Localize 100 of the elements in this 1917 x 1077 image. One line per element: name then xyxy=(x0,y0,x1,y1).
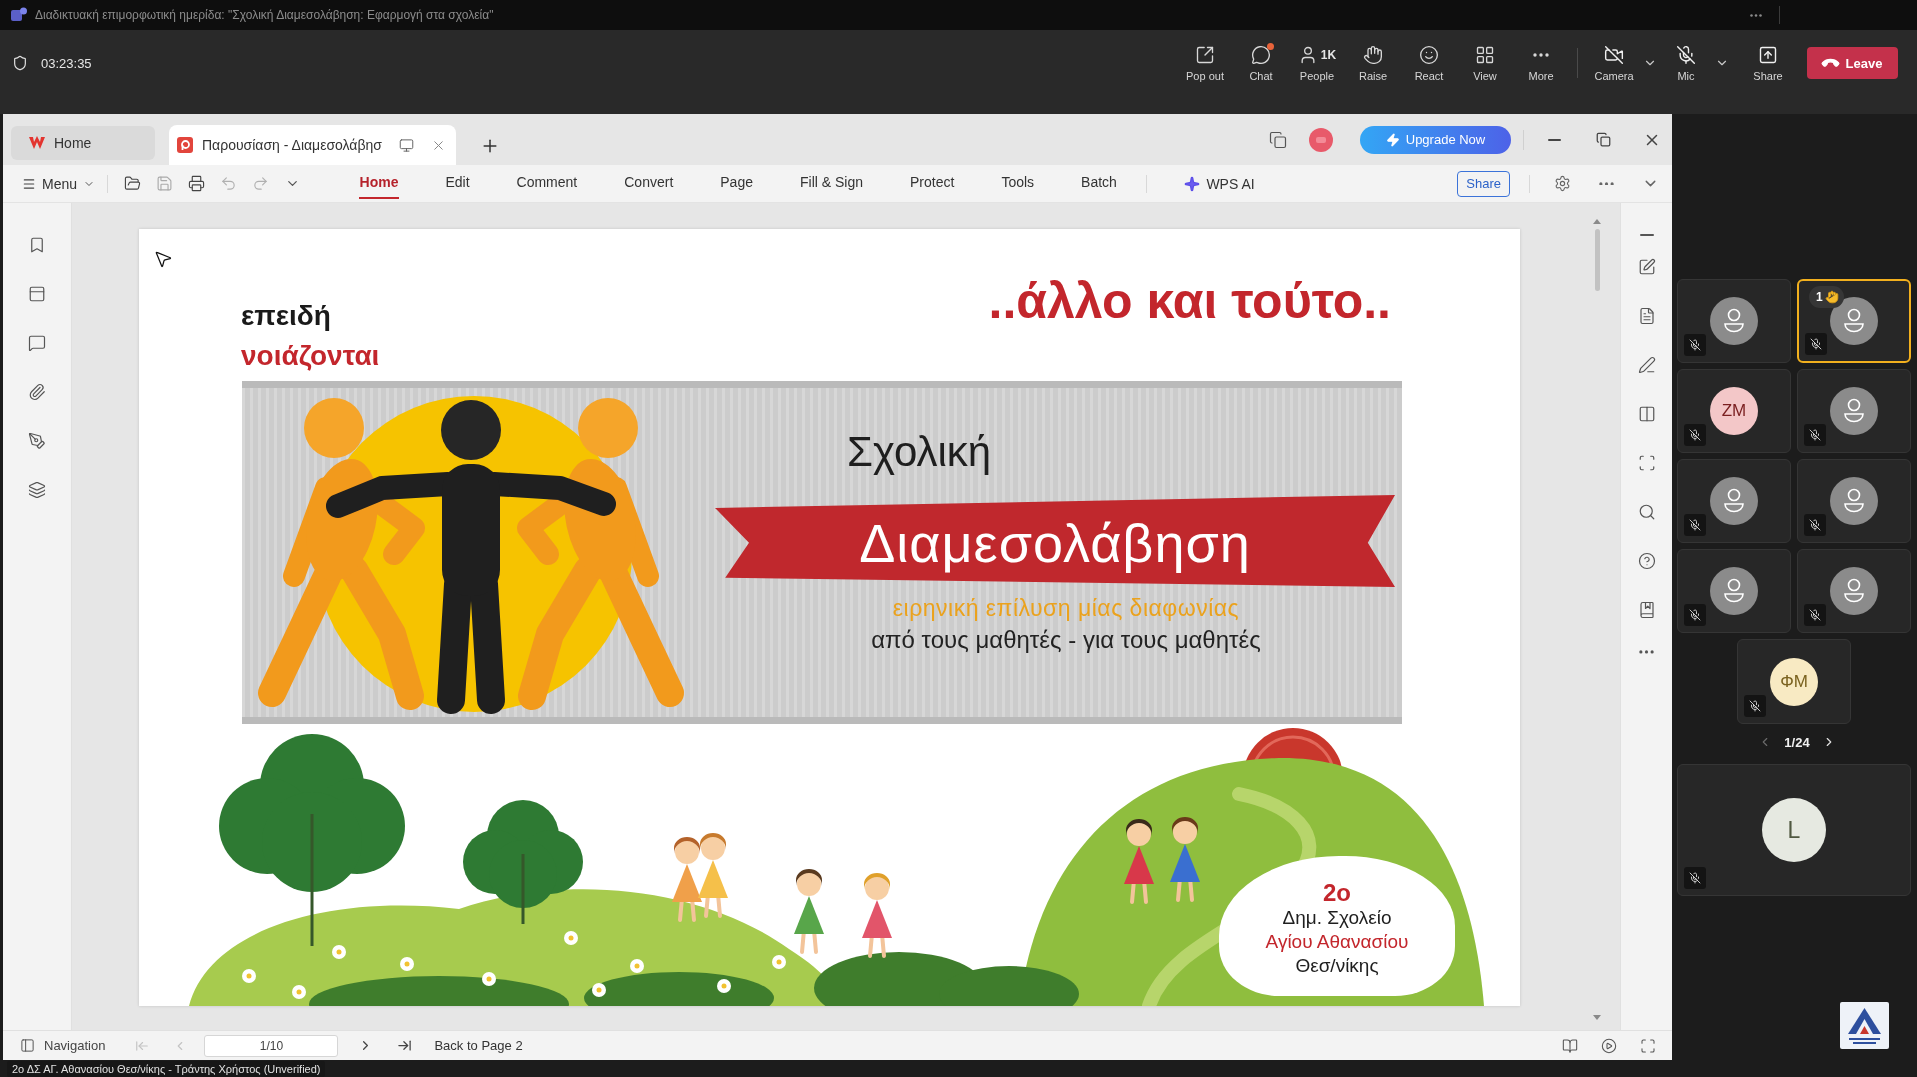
scroll-down-icon[interactable] xyxy=(1593,1015,1601,1020)
monitor-icon[interactable] xyxy=(399,137,414,153)
play-icon[interactable] xyxy=(1601,1037,1617,1054)
comment-icon[interactable] xyxy=(28,334,46,352)
speaker-caption: 2ο ΔΣ ΑΓ. Αθανασίου Θεσ/νίκης - Τράντης Χρήστος (Unverified) xyxy=(7,1061,326,1077)
school-name-line: Θεσ/νίκης xyxy=(1295,954,1379,978)
chat-button[interactable]: Chat xyxy=(1233,35,1289,91)
camera-button[interactable]: Camera xyxy=(1586,35,1642,91)
banner-tagline: από τους μαθητές - για τους μαθητές xyxy=(870,626,1261,654)
ribbon-tab[interactable]: Batch xyxy=(1057,164,1141,203)
raise-hand-button[interactable]: Raise xyxy=(1345,35,1401,91)
scrollbar-thumb[interactable] xyxy=(1594,229,1600,291)
page-indicator: 1/24 xyxy=(1784,734,1810,750)
columns-icon[interactable] xyxy=(1637,405,1656,423)
avatar-initials: L xyxy=(1762,798,1826,862)
upgrade-button[interactable]: Upgrade Now xyxy=(1360,125,1511,154)
slide-heading: ..άλλο και τούτο.. xyxy=(988,273,1391,329)
scroll-up-icon[interactable] xyxy=(1593,219,1601,224)
bookmark-icon[interactable] xyxy=(28,236,46,254)
people-button[interactable]: 1K People xyxy=(1289,35,1345,91)
paperclip-icon[interactable] xyxy=(28,383,46,401)
school-logo-icon xyxy=(1840,1002,1889,1049)
ribbon-tab[interactable]: Comment xyxy=(493,164,601,203)
app-logo-icon xyxy=(29,136,45,150)
back-to-page-link[interactable]: Back to Page 2 xyxy=(434,1038,523,1053)
share-icon xyxy=(1758,44,1778,65)
menu-button[interactable]: Menu xyxy=(22,168,96,199)
avatar-icon xyxy=(1830,567,1878,615)
ribbon-tab[interactable]: Page xyxy=(696,164,777,203)
avatar-icon xyxy=(1830,477,1878,525)
print-icon[interactable] xyxy=(187,175,205,192)
edit-icon[interactable] xyxy=(1637,258,1656,276)
app-logo-icon xyxy=(11,7,27,23)
title-ribbon: Διαμεσολάβηση xyxy=(715,495,1395,587)
settings-icon[interactable] xyxy=(1553,175,1571,192)
copy-icon[interactable] xyxy=(1269,130,1287,149)
reading-mode-icon[interactable] xyxy=(1562,1037,1578,1054)
ribbon-tab[interactable]: Edit xyxy=(421,164,494,203)
meeting-timer: 03:23:35 xyxy=(41,55,92,71)
restore-icon xyxy=(1595,132,1611,147)
meeting-title: Διαδικτυακή επιμορφωτική ημερίδα: "Σχολική Διαμεσολάβηση: Εφαρμογή στα σχολεία" xyxy=(35,8,494,22)
leave-button[interactable]: Leave xyxy=(1807,47,1898,79)
avatar-icon xyxy=(1830,387,1878,435)
panel-icon xyxy=(20,1038,35,1053)
school-name-line: Αγίου Αθανασίου xyxy=(1265,930,1409,954)
minimize-icon xyxy=(1547,138,1561,141)
avatar-icon xyxy=(1710,297,1758,345)
navigation-button[interactable]: Navigation xyxy=(20,1038,106,1053)
avatar-icon xyxy=(1830,297,1878,345)
more-icon[interactable] xyxy=(1598,181,1614,186)
shield-icon xyxy=(12,55,28,71)
avatar-initials: ΦΜ xyxy=(1770,657,1818,706)
avatar-icon xyxy=(1710,567,1758,615)
page-number-field[interactable]: 1/10 xyxy=(204,1034,339,1057)
slide-text: επειδή xyxy=(241,299,332,333)
scan-icon[interactable] xyxy=(1637,454,1656,472)
help-icon[interactable] xyxy=(1637,552,1656,570)
folder-icon[interactable] xyxy=(123,175,141,192)
more-icon[interactable] xyxy=(1750,13,1762,17)
book-icon[interactable] xyxy=(1637,601,1656,619)
pen-icon[interactable] xyxy=(1637,356,1656,374)
pop-out-button[interactable]: Pop out xyxy=(1177,35,1233,91)
lightning-icon xyxy=(1385,132,1400,147)
search-icon[interactable] xyxy=(1637,503,1656,521)
chat-icon xyxy=(1251,44,1271,65)
more-icon[interactable] xyxy=(1639,650,1654,654)
raised-hand-count: 1 xyxy=(1816,290,1823,304)
last-page-icon[interactable] xyxy=(397,1038,413,1053)
grid-icon xyxy=(1475,44,1495,65)
slide-text: νοιάζονται xyxy=(241,339,380,373)
ai-assistant-button[interactable]: WPS AI xyxy=(1174,168,1265,199)
ribbon-tab[interactable]: Home xyxy=(336,164,422,203)
home-tab[interactable]: Home xyxy=(11,126,155,160)
ribbon-tab[interactable]: Protect xyxy=(886,164,978,203)
banner-title: Σχολική xyxy=(847,428,992,476)
more-icon xyxy=(1533,52,1549,57)
panel-icon[interactable] xyxy=(28,285,46,303)
minus-icon[interactable] xyxy=(1639,234,1654,236)
ribbon-tab[interactable]: Convert xyxy=(600,164,697,203)
share-button[interactable]: Share xyxy=(1740,35,1796,91)
avatar-initials: ZM xyxy=(1710,387,1758,435)
account-avatar-icon[interactable] xyxy=(1309,127,1333,152)
school-name-line: Δημ. Σχολείο xyxy=(1282,906,1392,930)
layers-icon[interactable] xyxy=(28,481,46,499)
pen-tool-icon[interactable] xyxy=(28,432,46,450)
microphone-button[interactable]: Mic xyxy=(1658,35,1714,91)
view-button[interactable]: View xyxy=(1457,35,1513,91)
smile-icon xyxy=(1419,44,1439,65)
school-name-line: 2ο xyxy=(1323,880,1351,906)
document-tab[interactable]: Παρουσίαση - Διαμεσολάβησ xyxy=(169,125,456,165)
share-button[interactable]: Share xyxy=(1457,170,1510,197)
more-button[interactable]: More xyxy=(1513,35,1569,91)
react-button[interactable]: React xyxy=(1401,35,1457,91)
avatar-icon xyxy=(1710,477,1758,525)
sparkle-icon xyxy=(1184,175,1201,192)
menu-icon xyxy=(22,176,36,191)
document-icon[interactable] xyxy=(1637,307,1656,325)
ribbon-tab[interactable]: Fill & Sign xyxy=(776,164,887,203)
hand-icon xyxy=(1363,44,1383,65)
ribbon-tab[interactable]: Tools xyxy=(977,164,1058,203)
